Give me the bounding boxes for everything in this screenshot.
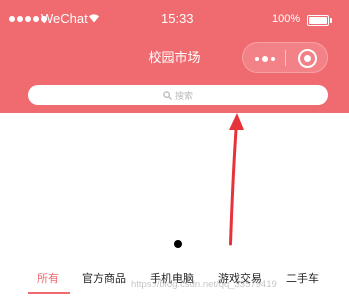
watermark: https://blog.csdn.net/qq_33579419 — [131, 279, 277, 290]
annotation-arrow — [229, 113, 244, 246]
tab-all[interactable]: 所有 — [37, 270, 59, 286]
carousel-indicator-dot[interactable] — [174, 240, 182, 248]
tab-official-goods[interactable]: 官方商品 — [82, 270, 126, 286]
tab-used-cars[interactable]: 二手车 — [286, 270, 319, 286]
active-tab-underline — [28, 292, 70, 294]
